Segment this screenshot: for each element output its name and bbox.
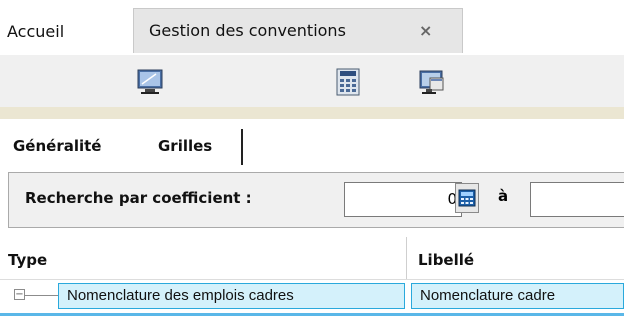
tab-bar: Accueil Gestion des conventions × bbox=[0, 0, 624, 55]
range-to-label: à bbox=[498, 187, 509, 205]
grid-header: Type Libellé bbox=[0, 237, 624, 280]
toolbar bbox=[0, 55, 624, 107]
column-divider[interactable] bbox=[406, 237, 407, 279]
tab-gestion-conventions[interactable]: Gestion des conventions × bbox=[133, 8, 463, 53]
subtab-divider bbox=[241, 129, 243, 165]
table-row[interactable]: − Nomenclature des emplois cadres Nomenc… bbox=[0, 283, 624, 309]
next-row-edge bbox=[0, 313, 624, 316]
column-header-type[interactable]: Type bbox=[8, 251, 47, 269]
cell-type[interactable]: Nomenclature des emplois cadres bbox=[58, 283, 405, 309]
window-icon[interactable] bbox=[418, 68, 446, 96]
conventions-grid: Type Libellé − Nomenclature des emplois … bbox=[0, 237, 624, 317]
tab-gestion-conventions-label: Gestion des conventions bbox=[149, 21, 346, 40]
calculator-button[interactable] bbox=[455, 183, 479, 213]
search-label: Recherche par coefficient : bbox=[25, 189, 252, 207]
calculator-icon[interactable] bbox=[334, 68, 362, 96]
coefficient-from-input[interactable]: 0 bbox=[344, 182, 462, 217]
tab-grilles[interactable]: Grilles bbox=[158, 137, 212, 155]
close-tab-icon[interactable]: × bbox=[419, 21, 432, 40]
cell-libelle[interactable]: Nomenclature cadre bbox=[411, 283, 624, 309]
collapse-toggle-icon[interactable]: − bbox=[14, 289, 25, 300]
coefficient-search-group: Recherche par coefficient : 0 à 0 bbox=[8, 172, 624, 228]
coefficient-to-input[interactable]: 0 bbox=[530, 182, 624, 217]
tab-generalite[interactable]: Généralité bbox=[13, 137, 101, 155]
monitor-icon[interactable] bbox=[136, 68, 164, 96]
separator-band bbox=[0, 107, 624, 119]
tab-accueil[interactable]: Accueil bbox=[7, 22, 64, 41]
sub-tabs: Généralité Grilles bbox=[0, 119, 624, 167]
calculator-icon bbox=[458, 189, 476, 207]
tree-connector bbox=[25, 295, 58, 296]
column-header-libelle[interactable]: Libellé bbox=[418, 251, 474, 269]
